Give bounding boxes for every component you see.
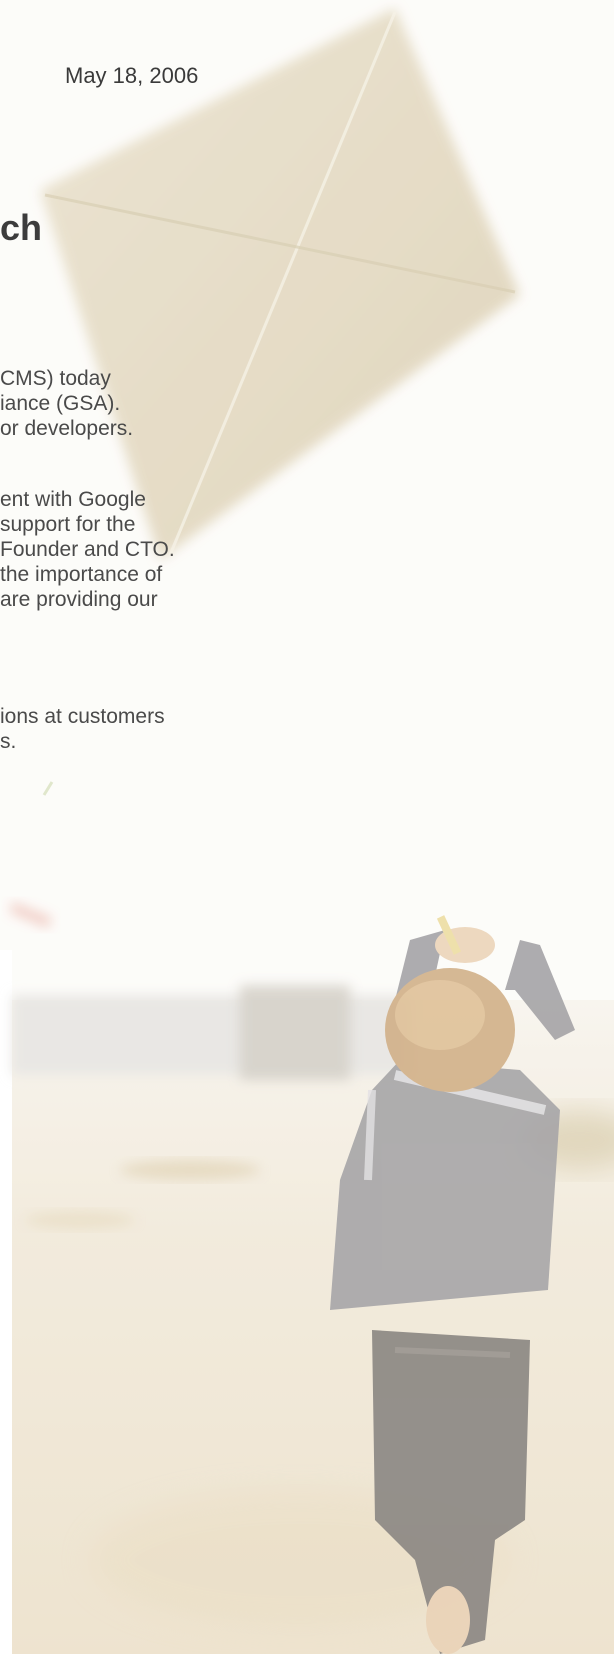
headline: ch	[0, 207, 43, 248]
paragraph-line: Founder and CTO.	[0, 538, 175, 561]
paragraph-line: or developers.	[0, 417, 134, 440]
paragraph-line: the importance of	[0, 563, 163, 586]
paragraph-2: ent with Google support for the Founder …	[0, 487, 175, 612]
paragraph-line: ent with Google	[0, 488, 146, 511]
paragraph-line: ions at customers	[0, 705, 165, 728]
paragraph-1: CMS) today iance (GSA). or developers.	[0, 366, 133, 441]
paragraph-3: ions at customers s.	[0, 704, 165, 754]
paragraph-line: support for the	[0, 513, 136, 536]
press-release-page: May 18, 2006 ch CMS) today iance (GSA). …	[0, 0, 614, 1654]
paragraph-line: CMS) today	[0, 367, 111, 390]
paragraph-line: s.	[0, 730, 17, 753]
paragraph-line: are providing our	[0, 588, 158, 611]
release-date: May 18, 2006	[65, 63, 199, 88]
paragraph-line: iance (GSA).	[0, 392, 121, 415]
background-illustration	[0, 0, 614, 1654]
